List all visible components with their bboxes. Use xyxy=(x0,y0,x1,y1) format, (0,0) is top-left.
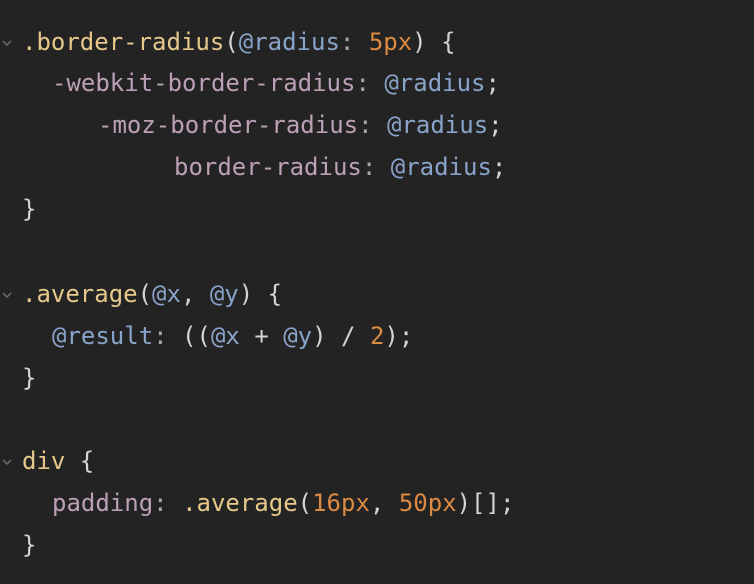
semicolon-token: ; xyxy=(491,153,507,181)
brace-token: { xyxy=(253,280,283,308)
comma-token: , xyxy=(369,489,399,517)
fold-chevron-icon[interactable] xyxy=(0,455,14,469)
variable-token: @x xyxy=(152,280,181,308)
fold-chevron-icon[interactable] xyxy=(0,36,14,50)
paren-token: ) xyxy=(238,280,254,308)
paren-token: ( xyxy=(137,280,153,308)
variable-token: @y xyxy=(209,280,239,308)
colon-token: : xyxy=(153,322,168,350)
code-line-3: -moz-border-radius: @radius; xyxy=(98,104,503,146)
code-line-2: -webkit-border-radius: @radius; xyxy=(52,62,500,104)
brace-token: } xyxy=(22,195,37,223)
operator-token: ) / xyxy=(312,322,370,350)
paren-token: ) xyxy=(412,28,427,56)
code-line-4: border-radius: @radius; xyxy=(174,146,506,188)
paren-token: ( xyxy=(224,28,239,56)
number-token: 2 xyxy=(369,322,385,350)
property-token: padding xyxy=(52,489,154,517)
colon-token: : xyxy=(355,69,370,97)
brace-token: } xyxy=(22,531,37,559)
code-editor[interactable]: .border-radius(@radius: 5px) { -webkit-b… xyxy=(0,0,754,584)
variable-token: @x xyxy=(210,322,240,350)
selector-token: .average xyxy=(22,280,138,308)
code-line-8: @result: ((@x + @y) / 2); xyxy=(52,315,413,357)
code-line-9: } xyxy=(22,357,36,399)
selector-token: div xyxy=(22,447,66,475)
paren-token: ); xyxy=(384,322,414,350)
number-token: 5px xyxy=(368,28,413,56)
colon-token: : xyxy=(153,489,168,517)
code-line-1: .border-radius(@radius: 5px) { xyxy=(22,21,456,63)
brace-token: { xyxy=(65,447,95,475)
colon-token: : xyxy=(358,111,373,139)
paren-token: (( xyxy=(167,322,211,350)
operator-token: + xyxy=(239,322,284,350)
variable-token: @result xyxy=(52,322,154,350)
property-token: border-radius xyxy=(174,153,362,181)
paren-token: )[]; xyxy=(456,489,515,517)
number-token: 16px xyxy=(312,489,370,517)
code-line-7: .average(@x, @y) { xyxy=(22,273,282,315)
selector-token: .average xyxy=(182,489,298,517)
colon-token: : xyxy=(361,153,377,181)
variable-token: @radius xyxy=(387,111,489,139)
variable-token: @radius xyxy=(390,153,492,181)
variable-token: @y xyxy=(283,322,313,350)
colon-token: : xyxy=(339,28,355,56)
brace-token: { xyxy=(426,28,456,56)
code-line-13: } xyxy=(22,524,36,566)
code-line-11: div { xyxy=(22,440,94,482)
semicolon-token: ; xyxy=(485,69,500,97)
number-token: 50px xyxy=(398,489,457,517)
fold-chevron-icon[interactable] xyxy=(0,288,14,302)
property-token: -webkit-border-radius xyxy=(52,69,356,97)
brace-token: } xyxy=(22,364,37,392)
code-line-12: padding: .average(16px, 50px)[]; xyxy=(52,482,514,524)
paren-token: ( xyxy=(297,489,313,517)
variable-token: @radius xyxy=(384,69,486,97)
property-token: -moz-border-radius xyxy=(98,111,359,139)
variable-token: @radius xyxy=(238,28,340,56)
code-line-5: } xyxy=(22,188,36,230)
semicolon-token: ; xyxy=(488,111,503,139)
comma-token: , xyxy=(180,280,210,308)
selector-token: .border-radius xyxy=(22,28,225,56)
